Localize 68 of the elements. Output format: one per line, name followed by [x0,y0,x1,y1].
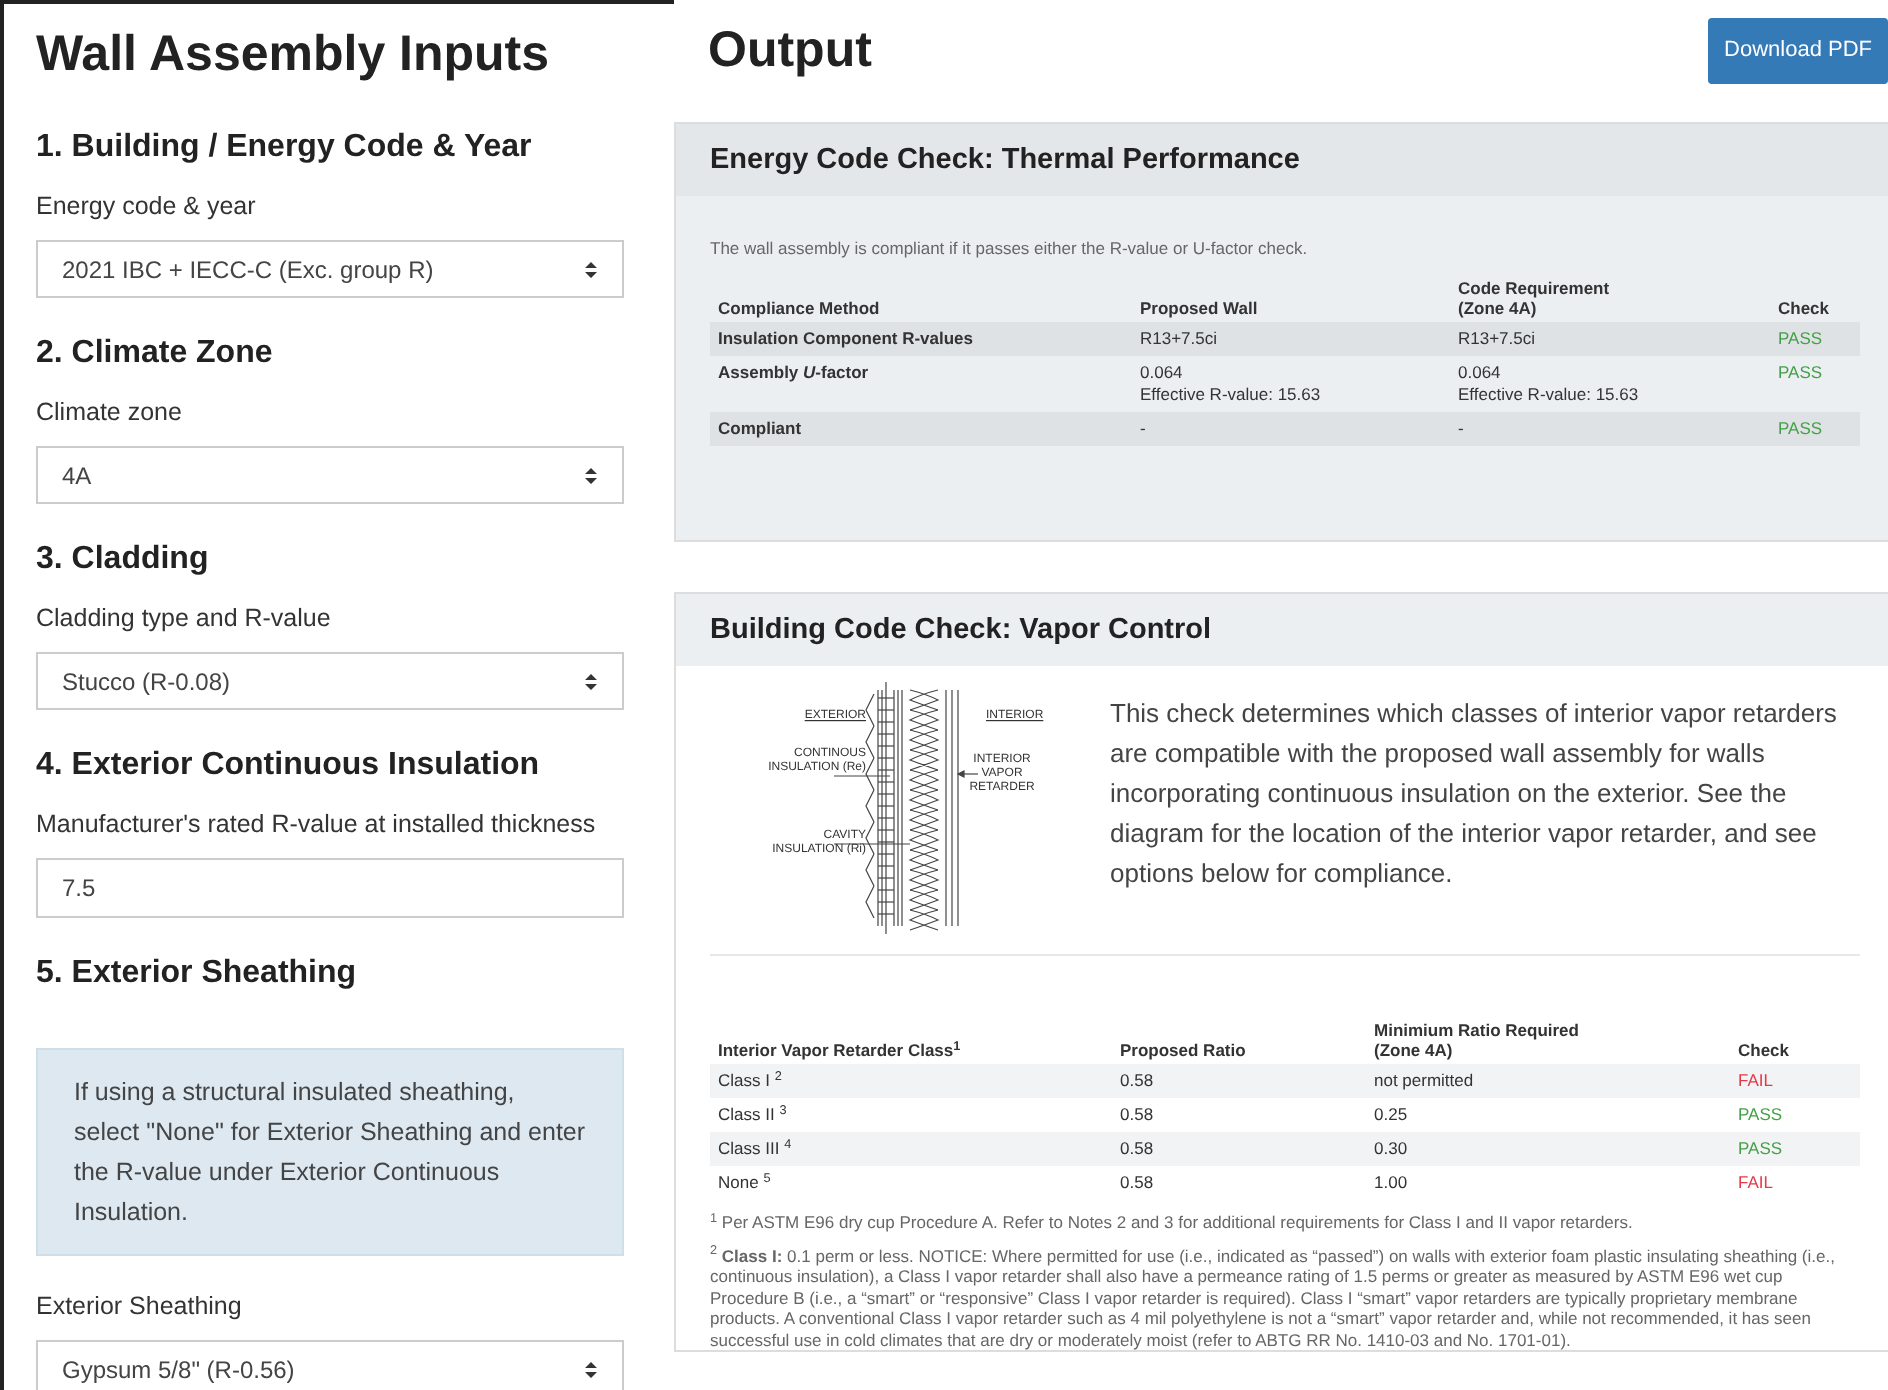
section-heading: 3. Cladding [36,540,211,580]
section-heading: 4. Exterior Continuous Insulation [36,746,542,786]
table-cell: R13+7.5ci [1132,321,1450,356]
table-cell: Class I $^{2}$ [710,1064,1112,1098]
table-cell: PASS [1730,1132,1860,1166]
footnote-text: $^{2}$ Class I: 0.1 perm or less. NOTICE: Where permitted for use (i.e., indicated as “passed”) on walls with exterior foam plastic insulating sheathing (i.e., continuous insulation), a Class I vapor retarder shall also have a permeance rating of 1.5 perms or greater as measured by ASTM E96 wet cup Procedure B (i.e., a “smart” or “responsive” Class I vapor retarder is required). Class I “smart” vapor retarders are typically proprietary membrane products. A conventional Class I vapor retarder such as 4 mil polyethylene is not a “smart” vapor retarder and, while not recommended, it has seen successful use in cold climates that are dry or moderately moist (refer to ABTG RR No. 1410-03 and No. 1701-01). [710,1245,1837,1350]
column-header: Check [1770,273,1860,322]
table-cell: 0.58 [1112,1098,1366,1132]
sort-icon [584,1359,598,1379]
card-header: Energy Code Check: Thermal Performance [676,124,1888,196]
card-header: Building Code Check: Vapor Control [676,594,1888,666]
output-title: Output [708,20,872,82]
sort-icon [584,465,598,485]
input-field[interactable]: 7.5 [36,858,624,918]
table-cell: Insulation Component R-values [710,321,1132,356]
sort-icon [584,671,598,691]
intro-text: The wall assembly is compliant if it passes either the R-value or U-factor check. [710,236,1310,262]
table-cell: Class II $^{3}$ [710,1098,1112,1132]
field-label: Cladding type and R-value [36,602,333,636]
column-header: Proposed Ratio [1112,1016,1366,1064]
table-cell: 0.064 Effective R-value: 15.63 [1450,355,1770,412]
table-cell: PASS [1770,321,1860,356]
field-label: Exterior Sheathing [36,1290,244,1324]
select-field[interactable]: Gypsum 5/8" (R-0.56) [36,1340,624,1390]
table-cell: None $^{5}$ [710,1166,1112,1200]
table-cell: FAIL [1730,1166,1860,1200]
section-heading: 1. Building / Energy Code & Year [36,128,534,168]
table-cell: Compliant [710,411,1132,446]
section-heading: 2. Climate Zone [36,334,275,374]
column-header: Minimium Ratio Required (Zone 4A) [1366,1016,1730,1064]
info-note: If using a structural insulated sheathing, select "None" for Exterior Sheathing and enter the R-value under Exterior Continuous Insulation. [36,1048,624,1256]
field-label: Energy code & year [36,190,258,224]
select-field[interactable]: 4A [36,446,624,504]
select-field[interactable]: Stucco (R-0.08) [36,652,624,710]
field-label: Climate zone [36,396,184,430]
footnote-text: $^{1}$ Per ASTM E96 dry cup Procedure A. Refer to Notes 2 and 3 for additional requirements for Class I and II vapor retarders. [710,1212,1635,1233]
column-header: Proposed Wall [1132,273,1450,322]
table-cell: PASS [1730,1098,1860,1132]
table-cell: 0.58 [1112,1166,1366,1200]
table-cell: 0.58 [1112,1064,1366,1098]
select-field[interactable]: 2021 IBC + IECC-C (Exc. group R) [36,240,624,298]
description-text: This check determines which classes of interior vapor retarders are compatible with the proposed wall assembly for walls incorporating continuous insulation on the exterior. See the diagram for the location of the interior vapor retarder, and see options below for compliance. [1110,696,1839,892]
column-header: Check [1730,1016,1860,1064]
download-pdf-button[interactable]: Download PDF [1708,18,1888,83]
column-header: Interior Vapor Retarder Class$^{1}$ [710,1016,1112,1064]
table-cell: 1.00 [1366,1166,1730,1200]
panel-title: Wall Assembly Inputs [36,24,552,86]
table-cell: PASS [1770,355,1860,412]
field-label: Manufacturer's rated R-value at installed thickness [36,808,598,842]
leader-line [833,775,891,777]
table-cell: not permitted [1366,1064,1730,1098]
table-cell: Assembly U-factor [710,355,1132,412]
column-header: Code Requirement (Zone 4A) [1450,273,1770,322]
sort-icon [584,259,598,279]
table-cell: 0.064 Effective R-value: 15.63 [1132,355,1450,412]
table-cell: - [1132,411,1450,446]
column-header: Compliance Method [710,273,1132,322]
table-cell: Class III $^{4}$ [710,1132,1112,1166]
section-heading: 5. Exterior Sheathing [36,954,359,994]
table-cell: FAIL [1730,1064,1860,1098]
table-cell: 0.58 [1112,1132,1366,1166]
table-cell: R13+7.5ci [1450,321,1770,356]
leader-line [956,770,979,778]
leader-line [833,843,911,845]
table-cell: 0.30 [1366,1132,1730,1166]
table-cell: - [1450,411,1770,446]
table-cell: 0.25 [1366,1098,1730,1132]
table-cell: PASS [1770,411,1860,446]
